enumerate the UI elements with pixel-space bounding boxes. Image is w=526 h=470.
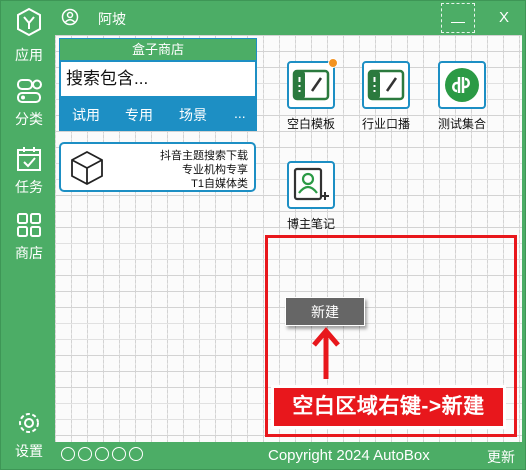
app-label: 测试集合	[437, 117, 486, 131]
calendar-check-icon	[17, 147, 41, 171]
card-line-3: T1自媒体类	[191, 178, 248, 190]
nav-apps-label: 应用	[15, 47, 43, 63]
user-icon[interactable]	[61, 8, 79, 26]
app-label: 博主笔记	[286, 217, 335, 231]
app-blogger-notes[interactable]: 博主笔记	[278, 161, 344, 232]
page-dot[interactable]	[112, 447, 126, 461]
page-dot[interactable]	[95, 447, 109, 461]
tab-trial[interactable]: 试用	[72, 105, 100, 125]
copyright-text: Copyright 2024 AutoBox	[268, 447, 430, 464]
app-test-collection[interactable]: 测试集合	[429, 61, 495, 132]
store-panel: 盒子商店 试用 专用 场景 ...	[59, 38, 257, 131]
app-tile	[438, 61, 486, 109]
nav-categories-label: 分类	[15, 111, 43, 127]
package-box-icon	[71, 150, 103, 186]
nav-settings-label: 设置	[15, 443, 43, 459]
hint-label: 空白区域右键->新建	[271, 385, 506, 429]
app-industry-broadcast[interactable]: 行业口播	[353, 61, 419, 132]
app-tile	[287, 58, 338, 109]
page-dot[interactable]	[61, 447, 75, 461]
categories-icon	[17, 79, 42, 103]
close-button[interactable]: X	[493, 7, 515, 29]
nav-store-label: 商店	[15, 245, 43, 261]
tab-more[interactable]: ...	[234, 105, 246, 121]
arrow-up-icon	[312, 327, 340, 379]
industry-broadcast-icon	[367, 69, 405, 101]
minimize-button[interactable]	[441, 3, 475, 33]
blank-template-icon	[292, 69, 330, 101]
blogger-notes-icon	[293, 167, 329, 201]
page-dot[interactable]	[78, 447, 92, 461]
app-window: 阿坡 X 应用 分类 任务 商店 设置 盒子商店 搜索包含... 试用 专用 场…	[0, 0, 526, 470]
page-indicator	[61, 447, 146, 466]
update-button[interactable]: 更新	[487, 447, 515, 467]
store-item-card[interactable]: 抖音主题搜索下载 专业机构专享 T1自媒体类	[59, 142, 256, 192]
nav-tasks-label: 任务	[15, 179, 43, 195]
page-dot[interactable]	[129, 447, 143, 461]
notification-badge	[328, 58, 338, 68]
store-title: 盒子商店	[60, 39, 256, 60]
nav-apps[interactable]: 应用	[5, 45, 53, 65]
app-blank-template[interactable]: 空白模板	[278, 58, 344, 132]
tab-scenario[interactable]: 场景	[179, 105, 207, 125]
context-menu-new[interactable]: 新建	[285, 297, 365, 326]
app-tile	[362, 61, 410, 109]
nav-settings[interactable]: 设置	[5, 409, 53, 461]
tab-dedicated[interactable]: 专用	[125, 105, 153, 125]
nav-store[interactable]: 商店	[5, 211, 53, 263]
nav-tasks[interactable]: 任务	[5, 145, 53, 197]
app-tile	[287, 161, 335, 209]
store-search-input[interactable]	[61, 62, 255, 96]
test-collection-icon	[445, 68, 479, 102]
grid-icon	[17, 213, 41, 237]
gear-icon	[19, 413, 39, 433]
autobox-logo-icon[interactable]	[15, 7, 43, 37]
app-label: 空白模板	[286, 117, 335, 131]
app-label: 行业口播	[361, 117, 410, 131]
user-name: 阿坡	[98, 11, 126, 27]
nav-categories[interactable]: 分类	[5, 77, 53, 129]
